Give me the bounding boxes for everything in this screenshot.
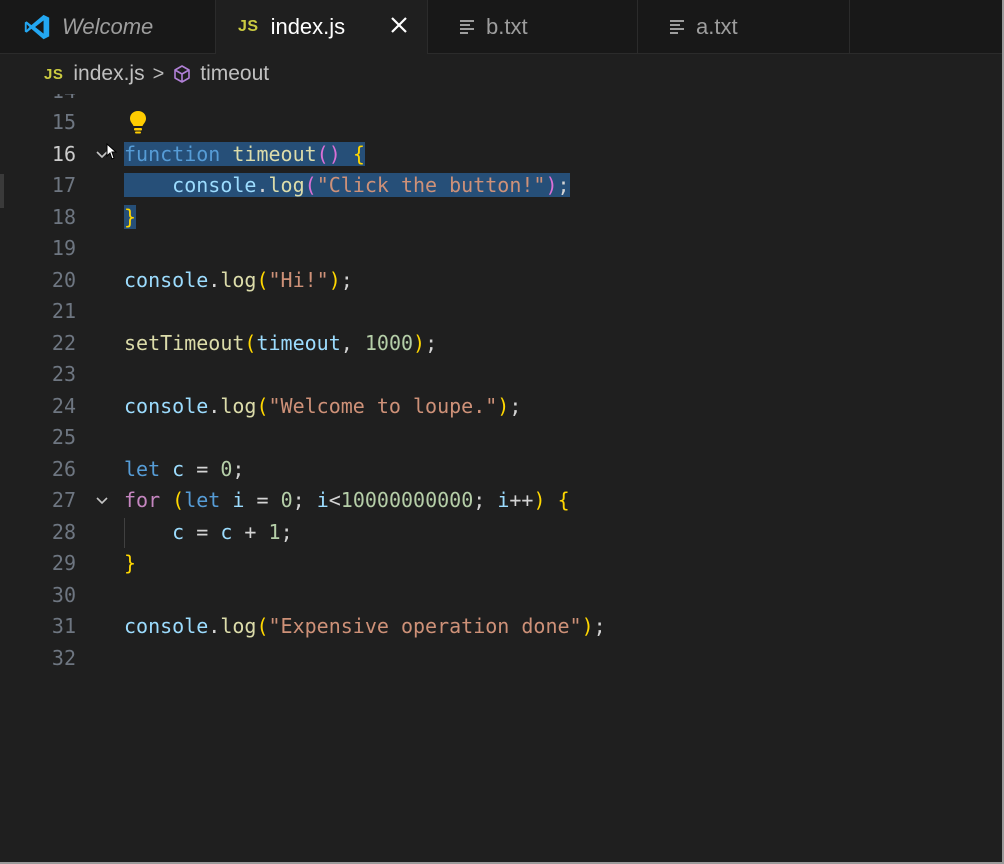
line-number: 23 xyxy=(51,362,76,386)
code-editor[interactable]: 14 15 16 function timeout() { 17 xyxy=(0,94,1002,862)
line-number: 21 xyxy=(51,299,76,323)
mouse-pointer-icon xyxy=(106,142,118,160)
chevron-down-icon[interactable] xyxy=(94,493,110,509)
line-number: 29 xyxy=(51,551,76,575)
line-number: 16 xyxy=(51,141,76,166)
tab-label: Welcome xyxy=(62,14,154,39)
tab-index-js[interactable]: JS index.js xyxy=(216,0,428,54)
code-text: } xyxy=(124,204,137,229)
breadcrumb-symbol[interactable]: timeout xyxy=(200,62,269,86)
breadcrumb-file[interactable]: index.js xyxy=(73,62,144,86)
tab-b-txt[interactable]: b.txt xyxy=(428,0,638,54)
line-number: 32 xyxy=(51,645,76,670)
line-number: 27 xyxy=(51,488,76,512)
line-number: 25 xyxy=(51,425,76,449)
vscode-window: Welcome JS index.js b.txt a.txt JS index… xyxy=(0,0,1004,864)
line-number: 17 xyxy=(51,173,76,197)
code-line: 21 xyxy=(0,296,1002,328)
line-number: 31 xyxy=(51,614,76,638)
code-line: 27 for (let i = 0; i<10000000000; i++) { xyxy=(0,485,1002,517)
code-line: 16 function timeout() { xyxy=(0,139,1002,171)
tab-label: index.js xyxy=(270,14,346,39)
code-text: console.log("Click the button!"); xyxy=(124,170,570,202)
tab-label: a.txt xyxy=(696,14,738,39)
code-text: for (let i = 0; i<10000000000; i++) { xyxy=(124,488,570,512)
code-text: } xyxy=(124,551,137,575)
code-line: 22 setTimeout(timeout, 1000); xyxy=(0,328,1002,360)
line-number: 18 xyxy=(51,204,76,229)
code-line: 23 xyxy=(0,359,1002,391)
code-text: let c = 0; xyxy=(124,456,245,481)
method-cube-icon xyxy=(174,65,191,83)
lightbulb-icon[interactable] xyxy=(128,109,148,135)
code-line: 18 } xyxy=(0,202,1002,234)
code-line: 15 xyxy=(0,107,1002,139)
code-line: 20 console.log("Hi!"); xyxy=(0,265,1002,297)
js-file-icon: JS xyxy=(238,18,259,35)
code-text: c = c + 1; xyxy=(172,519,293,544)
line-number: 19 xyxy=(51,236,76,260)
code-line: 28 c = c + 1; xyxy=(0,517,1002,549)
breadcrumb: JS index.js > timeout xyxy=(0,54,1002,94)
code-text: console.log("Welcome to loupe."); xyxy=(124,393,522,418)
tab-welcome[interactable]: Welcome xyxy=(0,0,216,54)
line-number: 14 xyxy=(0,94,76,108)
tab-a-txt[interactable]: a.txt xyxy=(638,0,850,54)
text-file-icon xyxy=(460,20,474,34)
line-number: 30 xyxy=(51,582,76,607)
breadcrumb-separator: > xyxy=(152,62,165,85)
code-line: 26 let c = 0; xyxy=(0,454,1002,486)
js-file-icon: JS xyxy=(44,65,64,83)
code-line: 19 xyxy=(0,233,1002,265)
code-text: console.log("Expensive operation done"); xyxy=(124,614,606,638)
code-text: function timeout() { xyxy=(124,141,365,166)
code-line: 24 console.log("Welcome to loupe."); xyxy=(0,391,1002,423)
line-number: 28 xyxy=(51,519,76,544)
text-file-icon xyxy=(670,20,684,34)
editor-tab-bar: Welcome JS index.js b.txt a.txt xyxy=(0,0,1002,54)
code-line: 17 console.log("Click the button!"); xyxy=(0,170,1002,202)
vscode-logo-icon xyxy=(24,14,50,40)
code-line: 25 xyxy=(0,422,1002,454)
tab-label: b.txt xyxy=(486,14,528,39)
line-number: 20 xyxy=(51,267,76,292)
code-text: console.log("Hi!"); xyxy=(124,267,353,292)
code-line: 32 xyxy=(0,643,1002,675)
line-number: 24 xyxy=(51,393,76,418)
line-number: 22 xyxy=(51,330,76,355)
line-number: 15 xyxy=(51,110,76,134)
line-number: 26 xyxy=(51,456,76,481)
code-text: setTimeout(timeout, 1000); xyxy=(124,330,438,355)
code-line: 29 } xyxy=(0,548,1002,580)
code-line: 30 xyxy=(0,580,1002,612)
code-line: 31 console.log("Expensive operation done… xyxy=(0,611,1002,643)
code-line: 14 xyxy=(0,94,1002,108)
close-icon[interactable] xyxy=(387,13,411,37)
